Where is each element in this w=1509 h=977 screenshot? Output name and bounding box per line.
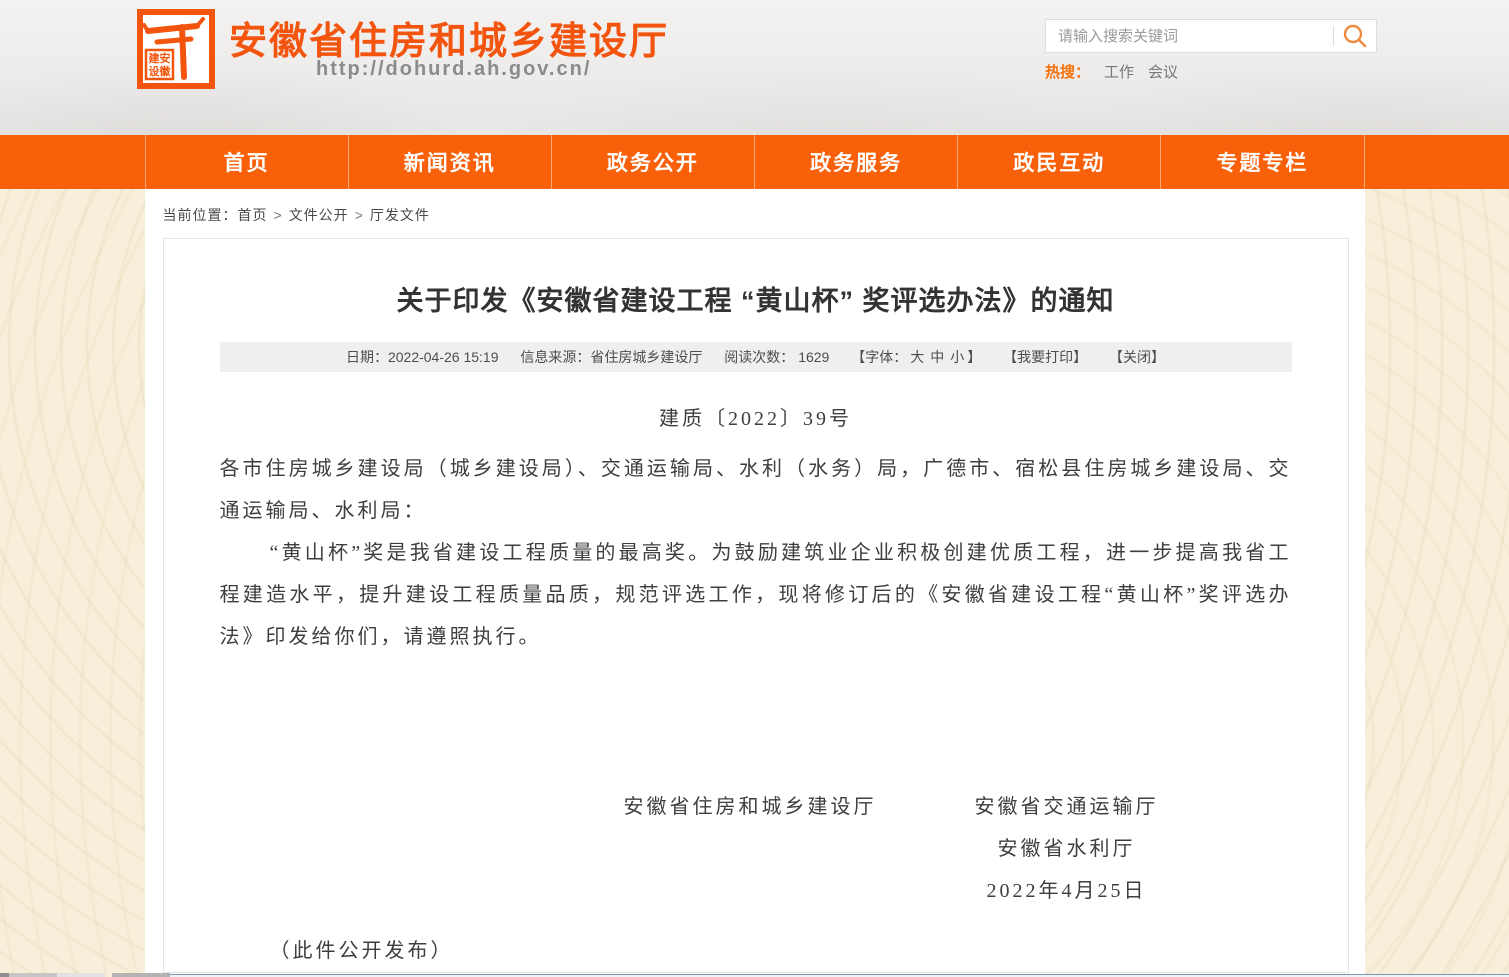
signature-spacer [220,658,1292,786]
site-title: 安徽省住房和城乡建设厅 [229,10,669,65]
nav-item-gov-services[interactable]: 政务服务 [754,135,957,189]
breadcrumb: 当前位置：首页 > 文件公开 > 厅发文件 [145,189,1365,238]
hot-search-row: 热搜： 工作会议 [1045,61,1178,82]
document-number: 建质〔2022〕39号 [220,398,1292,440]
breadcrumb-label: 当前位置： [163,207,238,223]
content-background: 当前位置：首页 > 文件公开 > 厅发文件 关于印发《安徽省建设工程 “黄山杯” 奖评选… [0,189,1509,977]
archway-logo-icon: 建安 设徽 [137,9,215,89]
breadcrumb-home[interactable]: 首页 [238,207,268,223]
public-release-note: （此件公开发布） [270,930,1292,972]
meta-font-size-control: 【字体：大中小】 [851,349,981,365]
breadcrumb-file-disclosure[interactable]: 文件公开 [289,207,349,223]
article-title: 关于印发《安徽省建设工程 “黄山杯” 奖评选办法》的通知 [220,279,1292,318]
meta-source: 信息来源：省住房城乡建设厅 [520,349,702,365]
paragraph-main: “黄山杯”奖是我省建设工程质量的最高奖。为鼓励建筑业企业积极创建优质工程，进一步… [220,532,1292,658]
font-size-large-button[interactable]: 大 [910,349,924,365]
bottom-edge-segment [9,973,57,977]
nav-item-home[interactable]: 首页 [145,135,348,189]
signature-row: 安徽省住房和城乡建设厅 安徽省交通运输厅 安徽省水利厅 2022年4月25日 [220,786,1292,912]
nav-item-special-topics[interactable]: 专题专栏 [1160,135,1364,189]
hot-search-label: 热搜： [1045,64,1090,81]
svg-text:设徽: 设徽 [149,64,172,78]
site-url: http://dohurd.ah.gov.cn/ [316,58,591,81]
article-card: 关于印发《安徽省建设工程 “黄山杯” 奖评选办法》的通知 日期：2022-04-… [163,238,1349,973]
meta-views-count: 1629 [798,349,829,365]
nav-item-news[interactable]: 新闻资讯 [348,135,551,189]
hot-search-item-meeting[interactable]: 会议 [1148,64,1178,81]
search-button[interactable] [1334,20,1376,52]
search-input[interactable] [1046,20,1333,52]
article-meta-bar: 日期：2022-04-26 15:19 信息来源：省住房城乡建设厅 阅读次数： … [220,342,1292,372]
main-nav: 首页 新闻资讯 政务公开 政务服务 政民互动 专题专栏 [0,135,1509,189]
svg-text:建安: 建安 [149,51,171,65]
signature-transport-dept: 安徽省交通运输厅 [975,786,1159,828]
meta-views: 阅读次数： 1629 [724,349,829,365]
signature-housing-dept: 安徽省住房和城乡建设厅 [624,786,877,828]
font-size-small-button[interactable]: 小 [950,349,964,365]
breadcrumb-dept-documents[interactable]: 厅发文件 [370,207,430,223]
page: 建安 设徽 安徽省住房和城乡建设厅 http://dohurd.ah.gov.c… [0,0,1509,977]
signature-right-column: 安徽省交通运输厅 安徽省水利厅 2022年4月25日 [975,786,1159,912]
search-icon [1342,23,1368,49]
nav-item-public-interaction[interactable]: 政民互动 [957,135,1160,189]
site-header: 建安 设徽 安徽省住房和城乡建设厅 http://dohurd.ah.gov.c… [0,0,1509,135]
signature-date: 2022年4月25日 [975,870,1159,912]
print-button[interactable]: 【我要打印】 [1003,349,1087,365]
hot-search-item-work[interactable]: 工作 [1104,64,1134,81]
breadcrumb-separator: > [355,207,364,223]
paragraph-addressees: 各市住房城乡建设局（城乡建设局）、交通运输局、水利（水务）局，广德市、宿松县住房… [220,448,1292,532]
meta-date: 日期：2022-04-26 15:19 [346,349,499,365]
document-body: 建质〔2022〕39号 各市住房城乡建设局（城乡建设局）、交通运输局、水利（水务… [220,398,1292,973]
page-bottom-edge [0,973,1509,977]
breadcrumb-separator: > [274,207,283,223]
bottom-edge-segment [57,973,105,977]
close-button[interactable]: 【关闭】 [1109,349,1165,365]
content-container: 当前位置：首页 > 文件公开 > 厅发文件 关于印发《安徽省建设工程 “黄山杯” 奖评选… [145,189,1365,977]
bottom-edge-segment [0,973,9,977]
main-nav-inner: 首页 新闻资讯 政务公开 政务服务 政民互动 专题专栏 [145,135,1365,189]
signature-water-dept: 安徽省水利厅 [975,828,1159,870]
search-box [1045,19,1377,53]
site-logo-icon[interactable]: 建安 设徽 [137,9,215,89]
font-size-medium-button[interactable]: 中 [930,349,944,365]
bottom-edge-segment [112,973,170,977]
nav-item-gov-disclosure[interactable]: 政务公开 [551,135,754,189]
